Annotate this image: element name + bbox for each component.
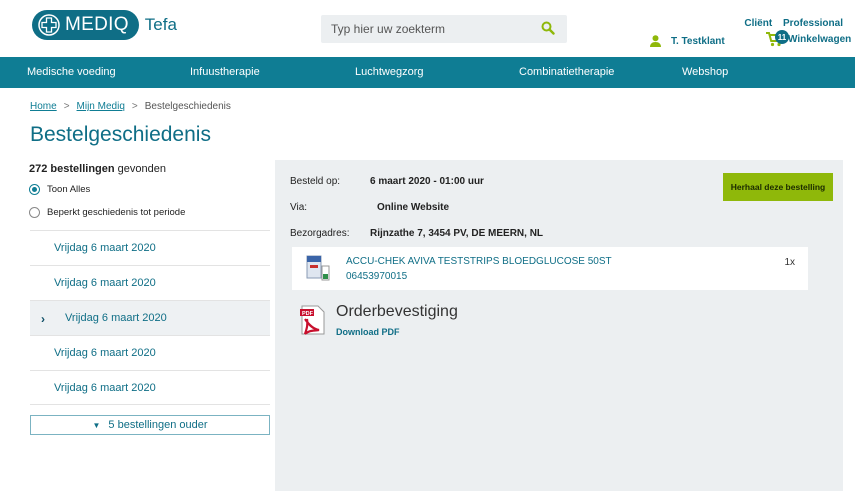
product-line: ACCU-CHEK AVIVA TESTSTRIPS BLOEDGLUCOSE …: [292, 247, 808, 290]
product-name-link[interactable]: ACCU-CHEK AVIVA TESTSTRIPS BLOEDGLUCOSE …: [346, 256, 612, 267]
user-icon: [650, 35, 661, 47]
order-date: Vrijdag 6 maart 2020: [54, 277, 156, 289]
filter-all-option[interactable]: Toon Alles: [29, 184, 90, 195]
older-orders-button[interactable]: ▼ 5 bestellingen ouder: [30, 415, 270, 435]
download-pdf-link[interactable]: Download PDF: [336, 327, 400, 337]
filter-all-radio[interactable]: [29, 184, 40, 195]
breadcrumb-separator: >: [63, 101, 70, 112]
breadcrumb-separator: >: [131, 101, 138, 112]
main-nav: Medische voeding Infuustherapie Luchtweg…: [0, 57, 855, 88]
order-date: Vrijdag 6 maart 2020: [54, 381, 156, 394]
address-label: Bezorgadres:: [290, 228, 350, 239]
cart-label: Winkelwagen: [788, 33, 852, 45]
filter-period-option[interactable]: Beperkt geschiedenis tot periode: [29, 207, 185, 218]
header: MEDIQ Tefa T. Testklant Cliënt Professio…: [0, 0, 855, 56]
breadcrumb-mijn-mediq[interactable]: Mijn Mediq: [77, 101, 125, 112]
mode-switch: Cliënt Professional: [736, 18, 843, 29]
cart[interactable]: 11 Winkelwagen: [765, 30, 852, 47]
order-list-item[interactable]: Vrijdag 6 maart 2020: [30, 335, 270, 370]
breadcrumb: Home > Mijn Mediq > Bestelgeschiedenis: [30, 101, 231, 112]
order-list-item[interactable]: Vrijdag 6 maart 2020: [30, 265, 270, 300]
search-input[interactable]: [321, 22, 531, 36]
medical-cross-icon: [38, 14, 60, 36]
nav-item-medische-voeding[interactable]: Medische voeding: [27, 66, 116, 78]
order-list-item[interactable]: Vrijdag 6 maart 2020: [30, 230, 270, 265]
order-list-item[interactable]: Vrijdag 6 maart 2020: [30, 370, 270, 405]
chevron-right-icon: ›: [41, 312, 45, 326]
filter-period-label: Beperkt geschiedenis tot periode: [47, 207, 186, 218]
nav-item-infuustherapie[interactable]: Infuustherapie: [190, 66, 260, 78]
product-code: 06453970015: [346, 271, 408, 282]
nav-item-combinatietherapie[interactable]: Combinatietherapie: [519, 66, 614, 78]
order-list: Vrijdag 6 maart 2020 Vrijdag 6 maart 202…: [30, 230, 270, 405]
via-row: Via: Online Website: [290, 202, 449, 213]
order-date: Vrijdag 6 maart 2020: [54, 242, 156, 254]
search-icon[interactable]: [541, 21, 555, 35]
filter-all-label: Toon Alles: [47, 184, 91, 195]
product-quantity: 1x: [784, 257, 795, 268]
breadcrumb-current: Bestelgeschiedenis: [144, 101, 231, 112]
logo-text: MEDIQ: [65, 14, 129, 35]
user-name: T. Testklant: [671, 35, 725, 47]
breadcrumb-home[interactable]: Home: [30, 101, 57, 112]
via-label: Via:: [290, 202, 308, 213]
search-box: [321, 15, 567, 43]
repeat-order-button[interactable]: Herhaal deze bestelling: [723, 173, 833, 201]
ordered-label: Besteld op:: [290, 176, 341, 187]
ordered-row: Besteld op: 6 maart 2020 - 01:00 uur: [290, 176, 484, 187]
order-count: 272 bestellingen gevonden: [29, 163, 166, 175]
order-date: Vrijdag 6 maart 2020: [54, 347, 156, 359]
pdf-icon[interactable]: PDF: [299, 305, 327, 335]
confirmation-title: Orderbevestiging: [336, 303, 458, 320]
logo-badge: MEDIQ: [32, 10, 139, 40]
order-count-number: 272 bestellingen: [29, 163, 115, 175]
mode-professional-link[interactable]: Professional: [783, 18, 843, 29]
order-detail-panel: Besteld op: 6 maart 2020 - 01:00 uur Via…: [275, 160, 843, 491]
address-row: Bezorgadres: Rijnzathe 7, 3454 PV, DE ME…: [290, 228, 543, 239]
nav-item-webshop[interactable]: Webshop: [682, 66, 728, 78]
cart-count-badge: 11: [775, 30, 789, 44]
svg-text:PDF: PDF: [302, 311, 314, 317]
order-date: Vrijdag 6 maart 2020: [65, 312, 167, 324]
logo[interactable]: MEDIQ Tefa: [32, 10, 177, 40]
page-title: Bestelgeschiedenis: [30, 123, 211, 146]
older-orders-label: 5 bestellingen ouder: [108, 419, 208, 431]
filter-period-radio[interactable]: [29, 207, 40, 218]
user-account[interactable]: T. Testklant: [650, 35, 725, 47]
order-count-suffix: gevonden: [114, 163, 166, 175]
ordered-value: 6 maart 2020 - 01:00 uur: [370, 176, 484, 187]
address-value: Rijnzathe 7, 3454 PV, DE MEERN, NL: [370, 228, 544, 239]
via-value: Online Website: [377, 202, 450, 213]
caret-down-icon: ▼: [92, 420, 101, 430]
mode-client-link[interactable]: Cliënt: [744, 18, 772, 29]
logo-subtitle: Tefa: [144, 15, 177, 34]
product-image: [306, 255, 330, 281]
order-list-item-active[interactable]: › Vrijdag 6 maart 2020: [30, 300, 270, 335]
nav-item-luchtwegzorg[interactable]: Luchtwegzorg: [355, 66, 424, 78]
